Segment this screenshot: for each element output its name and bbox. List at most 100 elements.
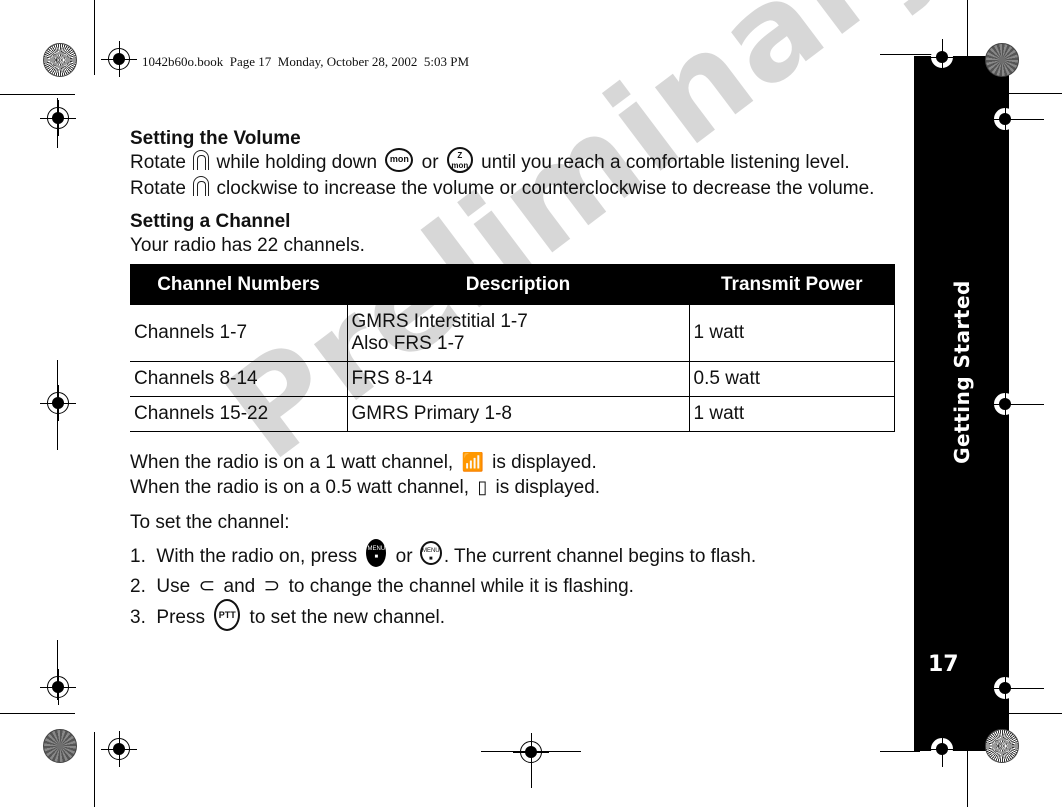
registration-target-icon bbox=[987, 101, 1023, 137]
text: or bbox=[416, 152, 444, 174]
volume-heading: Setting the Volume bbox=[130, 128, 301, 149]
table-header-row: Channel Numbers Description Transmit Pow… bbox=[130, 264, 895, 305]
text: to change the channel while it is flashi… bbox=[283, 576, 634, 597]
crop-line bbox=[987, 93, 1062, 94]
channel-cell: Channels 1-7 bbox=[130, 304, 348, 362]
crop-line bbox=[967, 0, 968, 75]
registration-target-icon bbox=[40, 385, 76, 421]
registration-target-icon bbox=[987, 386, 1023, 422]
text: When the radio is on a 0.5 watt channel, bbox=[130, 477, 475, 498]
page-content: Setting the Volume Rotate while holding … bbox=[130, 128, 900, 637]
high-power-icon: 📶 bbox=[461, 452, 484, 472]
steps-list: 1. With the radio on, press MENU ■ or MEN… bbox=[130, 539, 900, 634]
crop-line bbox=[1009, 713, 1062, 714]
low-power-icon: ▯ bbox=[477, 477, 488, 497]
registration-target-icon bbox=[101, 41, 137, 77]
step-number: 2. bbox=[130, 576, 146, 597]
registration-target-icon bbox=[40, 100, 76, 136]
column-header: Transmit Power bbox=[689, 264, 895, 305]
description-cell: GMRS Primary 1-8 bbox=[346, 396, 690, 432]
channel-cell: Channels 8-14 bbox=[130, 361, 348, 397]
text: while holding down bbox=[211, 152, 383, 174]
power-notes: When the radio is on a 1 watt channel, 📶… bbox=[130, 450, 900, 500]
registration-sunburst-icon bbox=[985, 43, 1019, 77]
table-row: Channels 1-7 GMRS Interstitial 1-7 Also F… bbox=[130, 304, 895, 362]
ptt-button-icon: PTT bbox=[214, 599, 241, 631]
description-line: Also FRS 1-7 bbox=[351, 333, 465, 354]
registration-sunburst-icon bbox=[985, 729, 1019, 763]
crop-line bbox=[0, 94, 75, 95]
text: When the radio is on a 1 watt channel, bbox=[130, 452, 459, 473]
registration-target-icon bbox=[924, 39, 960, 75]
monitor-scan-button-icon: Zmon bbox=[446, 147, 473, 173]
print-header: 1042b60o.book Page 17 Monday, October 28… bbox=[142, 54, 470, 69]
label: MENU bbox=[421, 548, 440, 554]
label: mon bbox=[451, 161, 469, 170]
crop-line bbox=[1014, 688, 1044, 689]
description-cell: GMRS Interstitial 1-7 Also FRS 1-7 bbox=[346, 304, 690, 362]
power-note: When the radio is on a 0.5 watt channel,… bbox=[130, 475, 900, 500]
page-number: 17 bbox=[928, 652, 959, 677]
power-cell: 1 watt bbox=[688, 396, 895, 432]
text: . The current channel begins to flash. bbox=[443, 546, 757, 568]
volume-knob-icon bbox=[193, 150, 210, 170]
column-header: Description bbox=[347, 264, 689, 305]
text: is displayed. bbox=[490, 477, 601, 498]
list-item: 2. Use ⊂ and ⊃ to change the channel whi… bbox=[130, 574, 900, 599]
channel-cell: Channels 15-22 bbox=[130, 396, 348, 432]
crop-line bbox=[880, 751, 920, 752]
crop-line bbox=[57, 98, 58, 148]
text: and bbox=[218, 576, 261, 597]
channel-down-button-icon: ⊂ bbox=[198, 575, 216, 597]
list-item: 3. Press PTT to set the new channel. bbox=[130, 599, 900, 634]
crop-line bbox=[0, 713, 75, 714]
steps-intro: To set the channel: bbox=[130, 512, 290, 533]
table-row: Channels 15-22 GMRS Primary 1-8 1 watt bbox=[130, 396, 895, 432]
label: MENU bbox=[367, 546, 386, 552]
channel-table: Channel Numbers Description Transmit Pow… bbox=[130, 264, 895, 432]
text: or bbox=[390, 546, 418, 568]
registration-target-icon bbox=[987, 670, 1023, 706]
power-cell: 0.5 watt bbox=[688, 361, 895, 397]
text: is displayed. bbox=[486, 452, 597, 473]
menu-button-icon: MENU ■ bbox=[419, 541, 442, 565]
channel-up-button-icon: ⊃ bbox=[263, 575, 281, 597]
section-title: Getting Started bbox=[950, 280, 974, 464]
description-cell: FRS 8-14 bbox=[346, 361, 690, 397]
crop-line bbox=[967, 732, 968, 807]
power-cell: 1 watt bbox=[688, 304, 895, 362]
registration-sunburst-icon bbox=[43, 729, 77, 763]
column-header: Channel Numbers bbox=[130, 264, 347, 305]
crop-line bbox=[94, 732, 95, 807]
registration-target-icon bbox=[101, 731, 137, 767]
list-item: 1. With the radio on, press MENU ■ or MEN… bbox=[130, 539, 900, 571]
menu-lock-button-icon: MENU ■ bbox=[366, 539, 387, 567]
crop-line bbox=[1014, 404, 1044, 405]
crop-line bbox=[94, 0, 95, 75]
text: Rotate bbox=[130, 152, 192, 174]
step-number: 1. bbox=[130, 546, 146, 568]
text: With the radio on, press bbox=[156, 546, 363, 568]
volume-instructions: Rotate while holding down mon or Zmon un… bbox=[130, 147, 900, 201]
channel-section: Setting a Channel Your radio has 22 chan… bbox=[130, 211, 900, 634]
text: clockwise to increase the volume or coun… bbox=[211, 178, 875, 199]
text: Press bbox=[156, 607, 211, 629]
text: Use bbox=[156, 576, 196, 597]
monitor-button-icon: mon bbox=[385, 148, 414, 172]
channel-heading: Setting a Channel bbox=[130, 211, 291, 232]
crop-line bbox=[57, 360, 58, 450]
table-row: Channels 8-14 FRS 8-14 0.5 watt bbox=[130, 361, 895, 397]
description-line: GMRS Interstitial 1-7 bbox=[351, 311, 528, 332]
power-note: When the radio is on a 1 watt channel, 📶… bbox=[130, 450, 900, 475]
volume-knob-icon bbox=[193, 175, 210, 196]
registration-target-icon bbox=[40, 669, 76, 705]
step-number: 3. bbox=[130, 607, 146, 629]
volume-section: Setting the Volume Rotate while holding … bbox=[130, 128, 900, 201]
crop-line bbox=[57, 640, 58, 700]
text: to set the new channel. bbox=[244, 607, 445, 629]
crop-line bbox=[1014, 119, 1044, 120]
registration-target-icon bbox=[924, 731, 960, 767]
channel-intro: Your radio has 22 channels. bbox=[130, 235, 365, 256]
registration-sunburst-icon bbox=[43, 43, 77, 77]
crop-line bbox=[531, 733, 532, 788]
